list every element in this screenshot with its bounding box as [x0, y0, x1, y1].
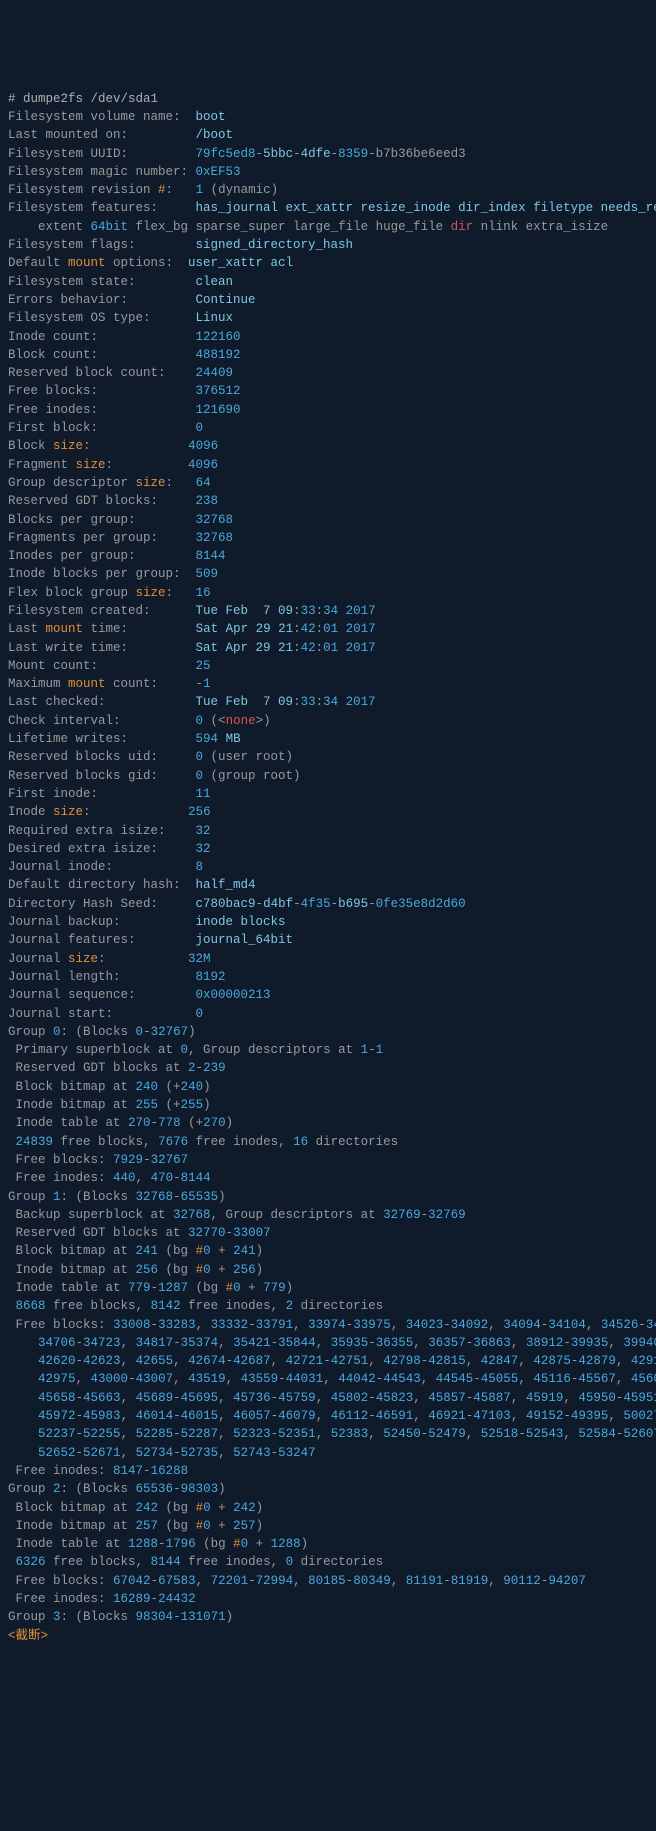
- terminal-output: # dumpe2fs /dev/sda1Filesystem volume na…: [8, 90, 648, 1645]
